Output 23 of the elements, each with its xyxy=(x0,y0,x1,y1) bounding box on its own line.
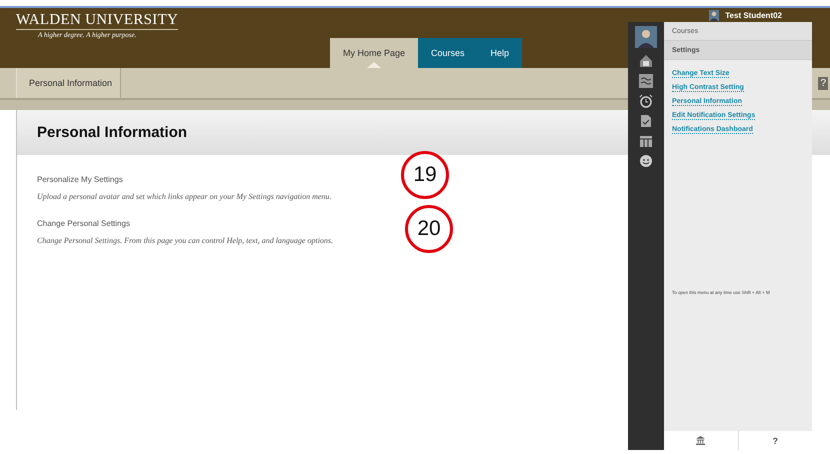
institution-icon xyxy=(696,436,706,445)
callout-number: 20 xyxy=(405,205,453,253)
nav-tab[interactable]: Help xyxy=(478,38,522,68)
nav-tab[interactable]: Courses xyxy=(418,38,478,68)
calendar-icon[interactable] xyxy=(639,134,653,148)
nav-tab[interactable]: My Home Page xyxy=(330,38,418,68)
section-link[interactable]: Personalize My Settings xyxy=(37,175,123,184)
avatar-icon xyxy=(709,10,720,20)
alarm-clock-icon[interactable] xyxy=(639,94,653,108)
user-name[interactable]: Test Student02 xyxy=(725,10,782,20)
callout-number: 19 xyxy=(401,151,449,199)
section-link[interactable]: Change Personal Settings xyxy=(37,219,130,228)
help-button[interactable]: ? xyxy=(818,76,828,90)
page-title: Personal Information xyxy=(37,124,188,141)
checklist-icon[interactable] xyxy=(639,114,653,128)
avatar-icon[interactable] xyxy=(635,26,657,48)
university-logo: WALDEN UNIVERSITY xyxy=(16,12,178,30)
home-icon[interactable] xyxy=(639,54,653,68)
wave-icon[interactable] xyxy=(639,74,653,88)
section-description: Change Personal Settings. From this page you can control Help, text, and language options. xyxy=(37,236,334,245)
smiley-icon[interactable] xyxy=(639,154,653,168)
breadcrumb-tab[interactable]: Personal Information xyxy=(16,68,122,98)
section-description: Upload a personal avatar and set which links appear on your My Settings navigation menu. xyxy=(37,192,332,201)
